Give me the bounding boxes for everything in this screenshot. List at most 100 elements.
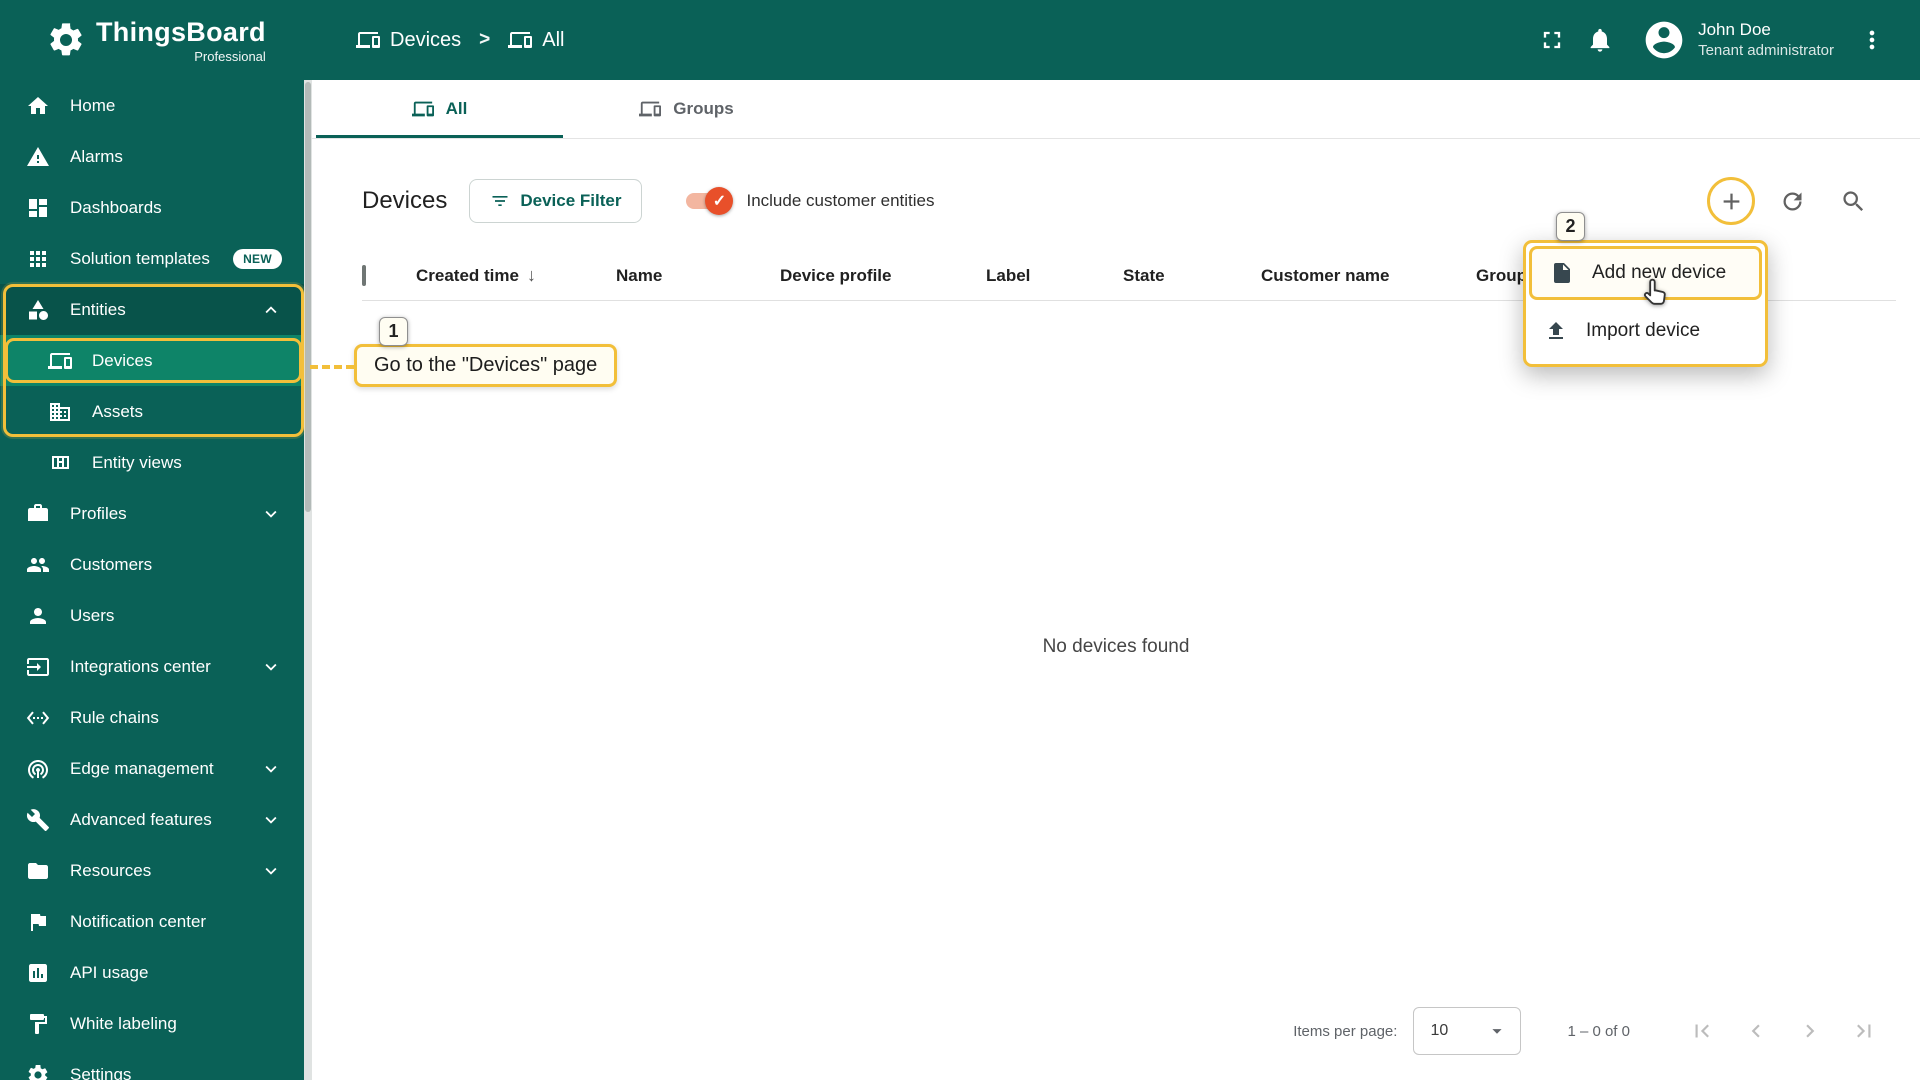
sort-desc-icon[interactable] — [527, 265, 536, 286]
first-page-icon — [1695, 1024, 1709, 1038]
sidebar-item-integrations-center[interactable]: Integrations center — [0, 641, 312, 692]
breadcrumb-root-label: Devices — [390, 28, 462, 51]
sidebar-item-edge-management[interactable]: Edge management — [0, 743, 312, 794]
fullscreen-button[interactable] — [1528, 16, 1576, 64]
page-title: Devices — [362, 187, 448, 214]
sidebar-item-label: Dashboards — [70, 197, 162, 217]
previous-page-icon — [1751, 1024, 1760, 1038]
sidebar-item-resources[interactable]: Resources — [0, 845, 312, 896]
sidebar-item-label: White labeling — [70, 1013, 177, 1033]
brand-logo: ThingsBoard Professional — [0, 17, 312, 64]
column-label: Customer name — [1261, 265, 1390, 285]
table-actions — [1707, 177, 1877, 225]
sidebar-scrollbar[interactable] — [304, 80, 312, 1080]
tab-label: Groups — [673, 99, 734, 118]
previous-page-button[interactable] — [1740, 1015, 1772, 1047]
sidebar-scrollbar-thumb[interactable] — [305, 82, 311, 512]
new-badge: NEW — [233, 248, 282, 269]
sidebar-item-white-labeling[interactable]: White labeling — [0, 998, 312, 1049]
device-filter-button[interactable]: Device Filter — [469, 179, 643, 223]
sidebar-item-rule-chains[interactable]: Rule chains — [0, 692, 312, 743]
notification-center-icon — [31, 913, 46, 931]
column-label: Created time — [416, 265, 519, 285]
breadcrumb: Devices > All — [356, 28, 564, 52]
header-more-button[interactable] — [1848, 16, 1896, 64]
sidebar-item-api-usage[interactable]: API usage — [0, 947, 312, 998]
sidebar-item-entities[interactable]: Entities — [0, 284, 312, 335]
breadcrumb-devices[interactable]: Devices — [356, 28, 461, 52]
select-all-checkbox[interactable] — [362, 264, 366, 286]
hand-cursor-icon — [1643, 278, 1666, 305]
sidebar-item-label: Settings — [70, 1064, 132, 1080]
entity-views-icon — [52, 455, 69, 469]
page-size-value: 10 — [1430, 1022, 1449, 1039]
page-range-label: 1 – 0 of 0 — [1567, 1022, 1630, 1040]
column-label[interactable]: Label — [986, 266, 1123, 286]
column-name[interactable]: Name — [616, 266, 780, 286]
column-label: State — [1123, 265, 1165, 285]
include-customer-entities-toggle[interactable]: Include customer entities — [686, 187, 935, 215]
notifications-button[interactable] — [1576, 16, 1624, 64]
breadcrumb-all[interactable]: All — [508, 28, 564, 52]
user-avatar[interactable] — [1640, 16, 1688, 64]
sidebar-item-home[interactable]: Home — [0, 80, 312, 131]
sidebar: Home Alarms Dashboards Solution template… — [0, 80, 312, 1080]
sidebar-item-notification-center[interactable]: Notification center — [0, 896, 312, 947]
sidebar-item-devices[interactable]: Devices — [0, 335, 312, 386]
next-page-button[interactable] — [1794, 1015, 1826, 1047]
page-size-select[interactable]: 10 — [1413, 1007, 1522, 1055]
device-filter-label: Device Filter — [520, 191, 622, 210]
chevron-down-icon — [265, 663, 277, 671]
tab-all[interactable]: All — [316, 80, 563, 138]
sidebar-item-settings[interactable]: Settings — [0, 1049, 312, 1080]
toggle-switch[interactable] — [686, 187, 734, 215]
resources-icon — [28, 862, 48, 879]
menu-item-label: Import device — [1586, 320, 1701, 341]
column-created-time[interactable]: Created time — [416, 265, 616, 286]
users-icon — [30, 607, 46, 624]
menu-item-import-device[interactable]: Import device — [1526, 304, 1765, 358]
chevron-down-icon — [265, 816, 277, 824]
last-page-button[interactable] — [1848, 1015, 1880, 1047]
sidebar-item-label: Advanced features — [70, 809, 212, 829]
refresh-button[interactable] — [1768, 177, 1816, 225]
more-vert-icon — [1869, 30, 1875, 50]
sidebar-item-label: Resources — [70, 860, 152, 880]
sidebar-item-users[interactable]: Users — [0, 590, 312, 641]
add-entity-button[interactable] — [1707, 177, 1755, 225]
sidebar-item-profiles[interactable]: Profiles — [0, 488, 312, 539]
toggle-label: Include customer entities — [746, 191, 935, 210]
sidebar-item-alarms[interactable]: Alarms — [0, 131, 312, 182]
avatar-icon — [1645, 21, 1683, 59]
first-page-button[interactable] — [1686, 1015, 1718, 1047]
column-state[interactable]: State — [1123, 266, 1261, 286]
tab-bar: All Groups — [312, 80, 1920, 139]
sidebar-item-label: Solution templates — [70, 248, 210, 268]
sidebar-item-assets[interactable]: Assets — [0, 386, 312, 437]
thingsboard-logo-icon — [50, 23, 82, 56]
tab-groups[interactable]: Groups — [563, 80, 810, 138]
sidebar-item-dashboards[interactable]: Dashboards — [0, 182, 312, 233]
column-customer-name[interactable]: Customer name — [1261, 266, 1476, 286]
paginator: Items per page: 10 1 – 0 of 0 — [312, 992, 1920, 1080]
tutorial-step-2-badge: 2 — [1556, 212, 1585, 241]
entities-icon — [29, 299, 48, 320]
sidebar-item-entity-views[interactable]: Entity views — [0, 437, 312, 488]
file-icon — [1554, 263, 1570, 283]
chevron-up-icon — [265, 305, 277, 313]
sidebar-item-advanced-features[interactable]: Advanced features — [0, 794, 312, 845]
column-device-profile[interactable]: Device profile — [780, 266, 986, 286]
fullscreen-icon — [1543, 31, 1561, 49]
sidebar-item-label: Edge management — [70, 758, 214, 778]
dashboards-icon — [29, 198, 47, 217]
search-button[interactable] — [1829, 177, 1877, 225]
next-page-icon — [1806, 1024, 1815, 1038]
sidebar-item-label: Rule chains — [70, 707, 159, 727]
advanced-features-icon — [26, 808, 49, 831]
sidebar-item-label: Assets — [92, 401, 144, 421]
sidebar-item-solution-templates[interactable]: Solution templates NEW — [0, 233, 312, 284]
sidebar-item-customers[interactable]: Customers — [0, 539, 312, 590]
sidebar-item-label: Entity views — [92, 452, 182, 472]
user-role: Tenant administrator — [1698, 42, 1834, 60]
sidebar-item-label: Customers — [70, 554, 153, 574]
